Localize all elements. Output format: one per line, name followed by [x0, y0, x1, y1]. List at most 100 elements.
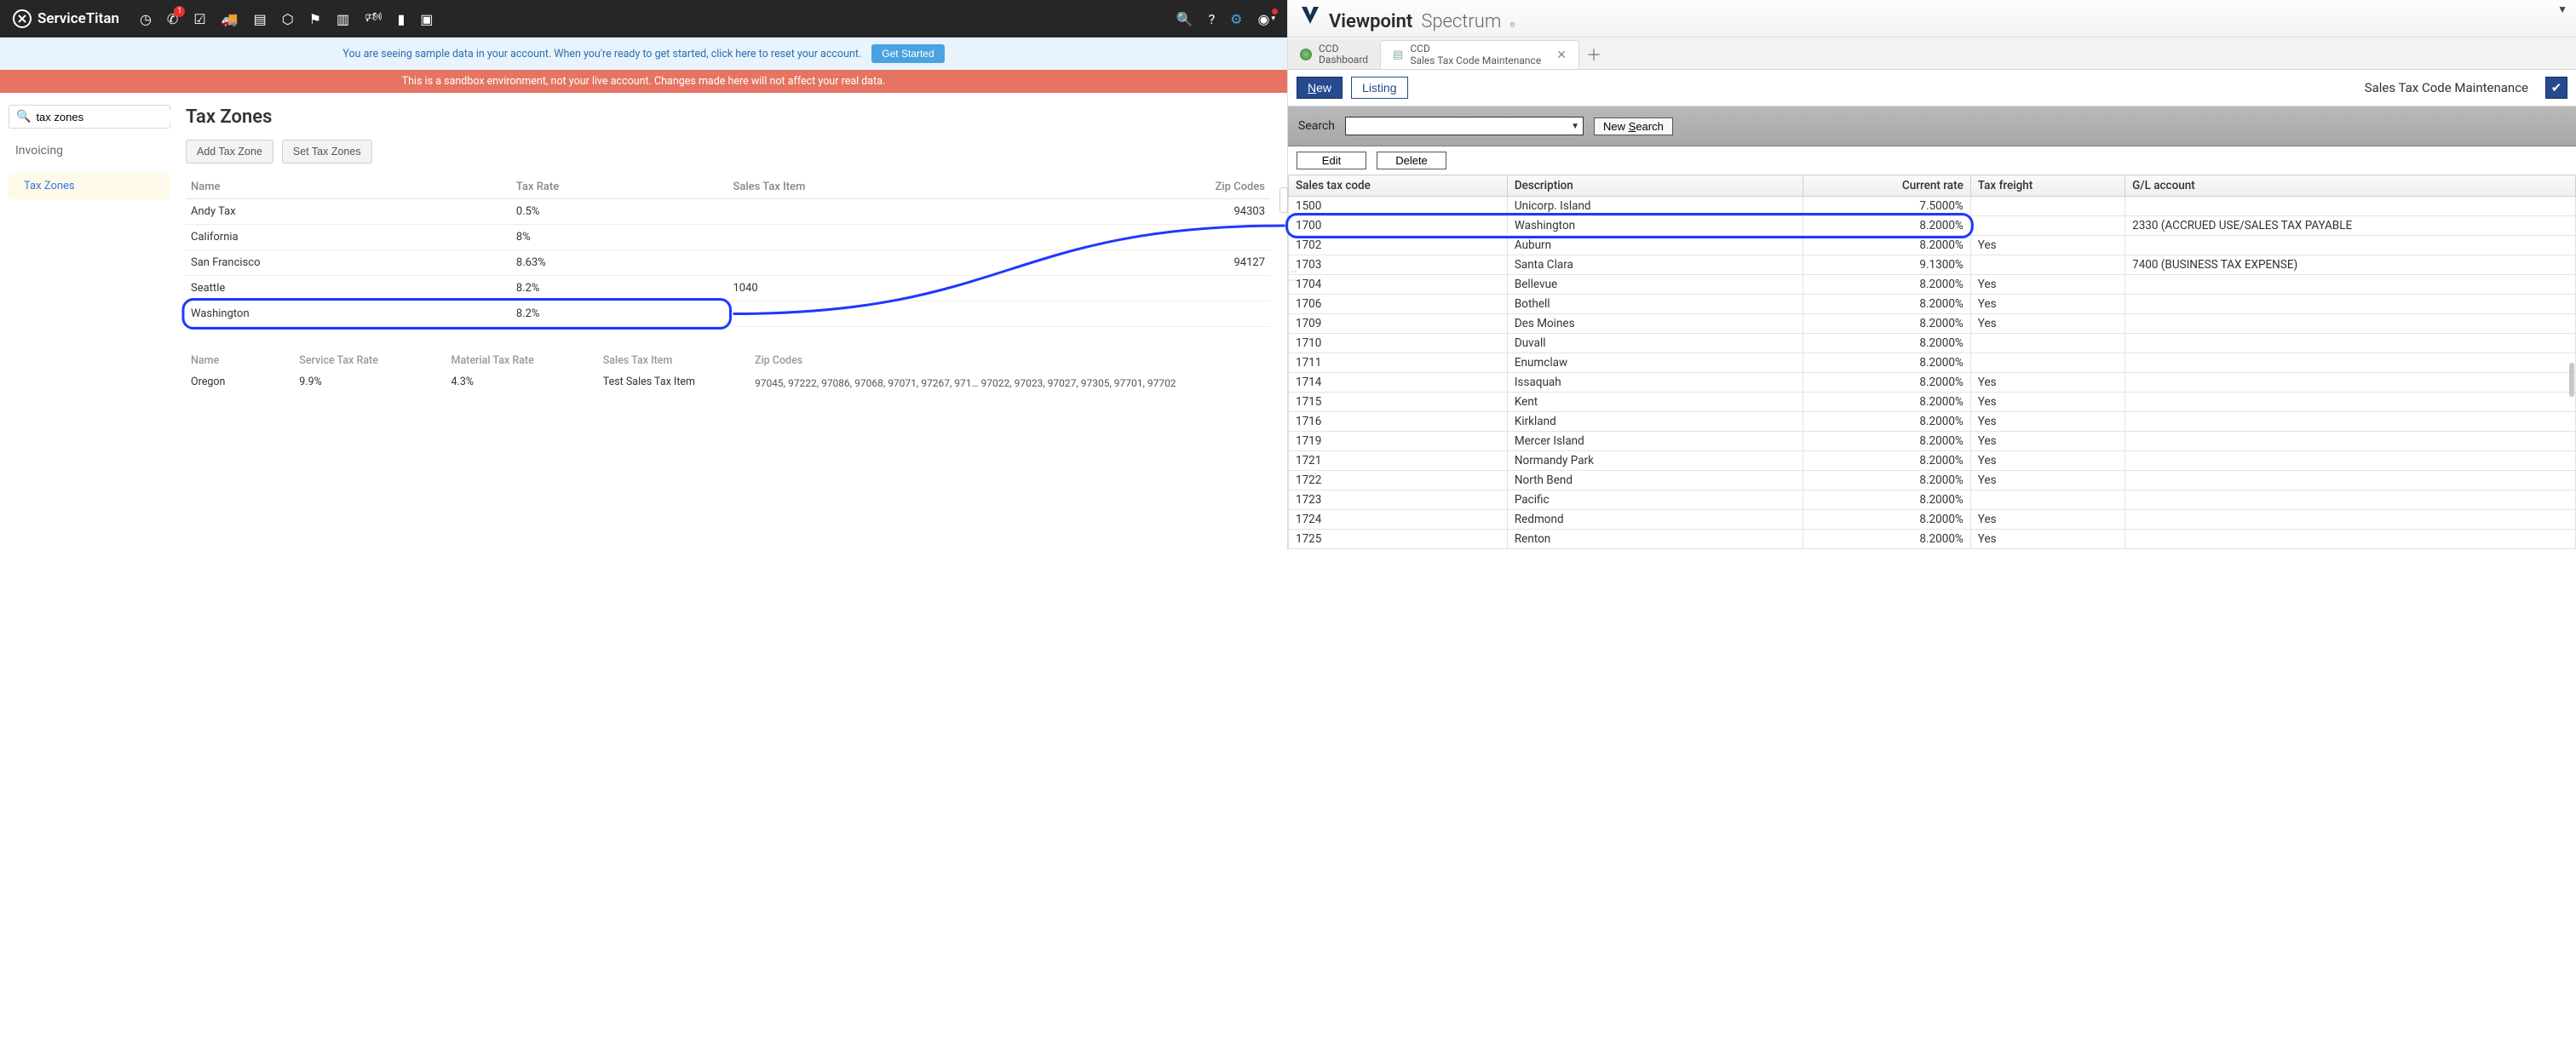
grid-row[interactable]: 1715Kent8.2000%Yes [1289, 393, 2576, 412]
cell-item [727, 225, 1053, 250]
flag-icon[interactable]: ⚑ [309, 11, 321, 27]
avatar-icon[interactable]: ◉▾ [1258, 11, 1276, 27]
delete-button[interactable]: Delete [1377, 152, 1446, 169]
grid-row[interactable]: 1706Bothell8.2000%Yes [1289, 295, 2576, 314]
gcol-code[interactable]: Sales tax code [1289, 175, 1508, 197]
subcol-name[interactable]: Name [186, 351, 294, 370]
cell-rate: 9.1300% [1803, 255, 1970, 275]
grid-row[interactable]: 1500Unicorp. Island7.5000% [1289, 197, 2576, 216]
col-rate[interactable]: Tax Rate [511, 175, 728, 199]
sidebar-item-tax-zones[interactable]: Tax Zones [9, 173, 170, 199]
grid-row[interactable]: 1703Santa Clara9.1300%7400 (BUSINESS TAX… [1289, 255, 2576, 275]
sidebar-search[interactable]: 🔍 [9, 105, 170, 129]
subcol-sitem[interactable]: Sales Tax Item [598, 351, 750, 370]
gear-icon[interactable]: ⚙ [1230, 11, 1242, 27]
add-tax-zone-button[interactable]: Add Tax Zone [186, 140, 273, 163]
tab-add[interactable]: ＋ [1579, 40, 1608, 69]
col-item[interactable]: Sales Tax Item [727, 175, 1053, 199]
tax-zone-row[interactable]: Andy Tax0.5%94303 [186, 199, 1270, 225]
col-zips[interactable]: Zip Codes [1053, 175, 1270, 199]
cell-rate: 8.2000% [1803, 510, 1970, 530]
grid-row[interactable]: 1711Enumclaw8.2000% [1289, 353, 2576, 373]
tax-zone-row[interactable]: California8% [186, 225, 1270, 250]
confirm-check-button[interactable]: ✔ [2545, 77, 2567, 99]
tax-zone-row[interactable]: Washington8.2% [186, 301, 1270, 327]
tax-zone-row[interactable]: Seattle8.2%1040 [186, 276, 1270, 301]
grid-row[interactable]: 1709Des Moines8.2000%Yes [1289, 314, 2576, 334]
help-icon[interactable]: ? [1209, 11, 1216, 27]
vp-subtitle: Sales Tax Code Maintenance [2365, 80, 2528, 95]
document-tab-icon: ▤ [1393, 49, 1403, 61]
vp-grid[interactable]: Sales tax code Description Current rate … [1288, 175, 2576, 550]
tab-dashboard[interactable]: CCD Dashboard [1288, 40, 1380, 69]
grid-row[interactable]: 1723Pacific8.2000% [1289, 490, 2576, 510]
scrollbar-thumb[interactable] [2569, 363, 2574, 397]
cell-rate: 0.5% [511, 199, 728, 225]
set-tax-zones-button[interactable]: Set Tax Zones [282, 140, 372, 163]
sidebar-search-input[interactable] [36, 111, 186, 123]
cell-desc: Duvall [1507, 334, 1803, 353]
cell-gl [2125, 353, 2576, 373]
cell-item [727, 199, 1053, 225]
cell-rate: 8.2000% [1803, 314, 1970, 334]
col-name[interactable]: Name [186, 175, 511, 199]
cell-rate: 8.2000% [1803, 295, 1970, 314]
gcol-desc[interactable]: Description [1507, 175, 1803, 197]
phone-icon[interactable]: ✆1 [167, 11, 178, 27]
viewpoint-pane: ⋮⋮ Viewpoint Spectrum ® ▼ CCD Dashboard [1288, 0, 2576, 550]
cell-gl [2125, 393, 2576, 412]
cell-item: 1040 [727, 276, 1053, 301]
get-started-button[interactable]: Get Started [871, 44, 944, 63]
subtable-row[interactable]: Oregon 9.9% 4.3% Test Sales Tax Item 970… [186, 370, 1270, 396]
truck-icon[interactable]: 🚚 [221, 11, 239, 27]
grid-row[interactable]: 1700Washington8.2000%2330 (ACCRUED USE/S… [1289, 216, 2576, 236]
gcol-freight[interactable]: Tax freight [1970, 175, 2125, 197]
pane-resize-handle[interactable] [1279, 187, 1288, 213]
grid-row[interactable]: 1724Redmond8.2000%Yes [1289, 510, 2576, 530]
vp-window-menu-icon[interactable]: ▼ [2557, 3, 2567, 15]
st-logo[interactable]: ServiceTitan [12, 9, 119, 29]
listing-button[interactable]: Listing [1351, 77, 1407, 99]
grid-row[interactable]: 1714Issaquah8.2000%Yes [1289, 373, 2576, 393]
grid-row[interactable]: 1725Renton8.2000%Yes [1289, 530, 2576, 549]
box-icon[interactable]: ⬡ [282, 11, 294, 27]
edit-button[interactable]: Edit [1297, 152, 1366, 169]
cell-code: 1702 [1289, 236, 1508, 255]
search-icon[interactable]: 🔍 [1176, 11, 1193, 27]
cell-name: Washington [186, 301, 511, 327]
search-dropdown[interactable]: ▼ [1345, 117, 1584, 135]
cell-rate: 8.2000% [1803, 236, 1970, 255]
grid-row[interactable]: 1702Auburn8.2000%Yes [1289, 236, 2576, 255]
grid-row[interactable]: 1716Kirkland8.2000%Yes [1289, 412, 2576, 432]
sidebar-heading-invoicing: Invoicing [9, 137, 170, 164]
new-search-button[interactable]: New Search [1594, 118, 1673, 135]
chart-icon[interactable]: ▥ [336, 11, 349, 27]
page-icon[interactable]: ▮ [398, 11, 405, 27]
cell-item [727, 250, 1053, 276]
grid-row[interactable]: 1719Mercer Island8.2000%Yes [1289, 432, 2576, 451]
cell-freight: Yes [1970, 432, 2125, 451]
new-button[interactable]: New [1297, 77, 1343, 99]
tax-zone-row[interactable]: San Francisco8.63%94127 [186, 250, 1270, 276]
calendar-icon[interactable]: ☑ [193, 11, 205, 27]
folders-icon[interactable]: ▣ [420, 11, 433, 27]
sub-sitem: Test Sales Tax Item [598, 370, 750, 396]
megaphone-icon[interactable]: 🕬 [365, 8, 382, 31]
grid-row[interactable]: 1710Duvall8.2000% [1289, 334, 2576, 353]
subcol-zips[interactable]: Zip Codes [750, 351, 1270, 370]
cell-freight [1970, 353, 2125, 373]
tab-close-icon[interactable]: ✕ [1556, 49, 1567, 62]
cell-rate: 8.2000% [1803, 530, 1970, 549]
gcol-gl[interactable]: G/L account [2125, 175, 2576, 197]
subcol-mrate[interactable]: Material Tax Rate [446, 351, 598, 370]
vp-logo[interactable]: Viewpoint Spectrum ® [1300, 5, 1515, 32]
clipboard-icon[interactable]: ▤ [254, 11, 267, 27]
grid-row[interactable]: 1721Normandy Park8.2000%Yes [1289, 451, 2576, 471]
cell-desc: Bellevue [1507, 275, 1803, 295]
grid-row[interactable]: 1704Bellevue8.2000%Yes [1289, 275, 2576, 295]
gcol-rate[interactable]: Current rate [1803, 175, 1970, 197]
tab-sales-tax[interactable]: ▤ CCD Sales Tax Code Maintenance ✕ [1380, 40, 1579, 69]
grid-row[interactable]: 1722North Bend8.2000%Yes [1289, 471, 2576, 490]
clock-icon[interactable]: ◷ [140, 11, 152, 27]
subcol-srate[interactable]: Service Tax Rate [294, 351, 446, 370]
